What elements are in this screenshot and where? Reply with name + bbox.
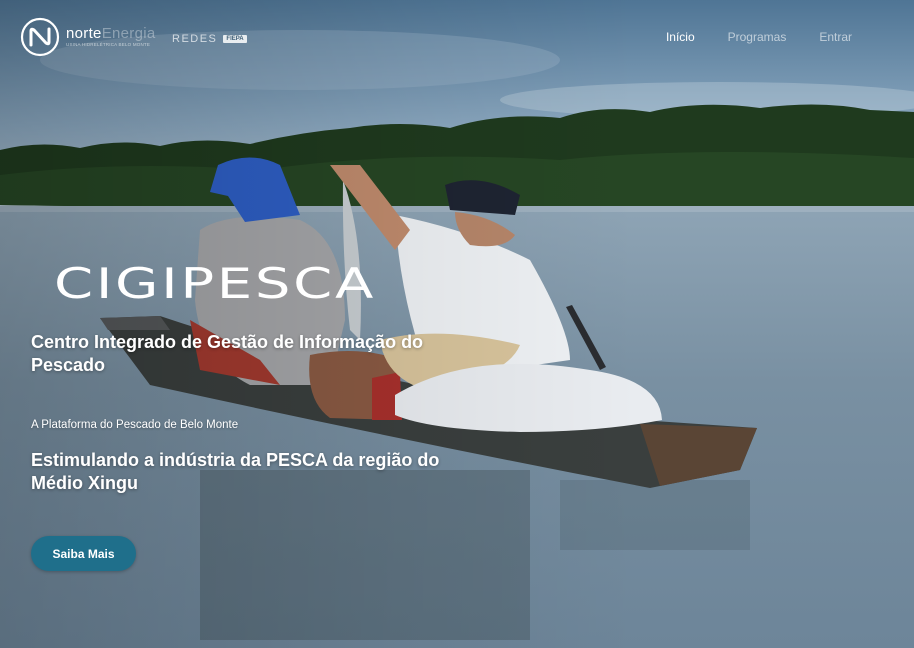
site-header: norteEnergia USINA HIDRELÉTRICA BELO MON… — [0, 0, 914, 78]
partner-name: REDES — [172, 33, 218, 45]
partner-logo: REDES FIEPA — [172, 33, 247, 45]
brand-name-faded: Energia — [101, 25, 156, 43]
brand-name-main: norte — [66, 25, 102, 43]
hero-subtitle: Centro Integrado de Gestão de Informação… — [31, 332, 424, 375]
saiba-mais-button[interactable]: Saiba Mais — [31, 536, 136, 571]
brand-name: norteEnergia — [66, 26, 156, 41]
hero-headline: Estimulando a indústria da PESCA da regi… — [31, 450, 440, 493]
nav-item-entrar[interactable]: Entrar — [819, 30, 852, 44]
nav-item-programas[interactable]: Programas — [728, 30, 787, 44]
main-nav: Início Programas Entrar — [633, 30, 852, 44]
hero-title-logo: CIGIPESCA — [54, 259, 376, 308]
hero-title: CIGIPESCA — [54, 259, 376, 308]
hero-overlay — [0, 0, 914, 648]
hero-tagline: A Plataforma do Pescado de Belo Monte — [31, 419, 239, 431]
norte-energia-logo-icon — [20, 17, 60, 57]
nav-item-inicio[interactable]: Início — [666, 30, 695, 44]
brand-logo-link[interactable]: norteEnergia USINA HIDRELÉTRICA BELO MON… — [20, 17, 156, 57]
partner-badge: FIEPA — [223, 35, 247, 43]
brand-text: norteEnergia USINA HIDRELÉTRICA BELO MON… — [66, 26, 156, 48]
brand-subtitle: USINA HIDRELÉTRICA BELO MONTE — [66, 42, 151, 48]
